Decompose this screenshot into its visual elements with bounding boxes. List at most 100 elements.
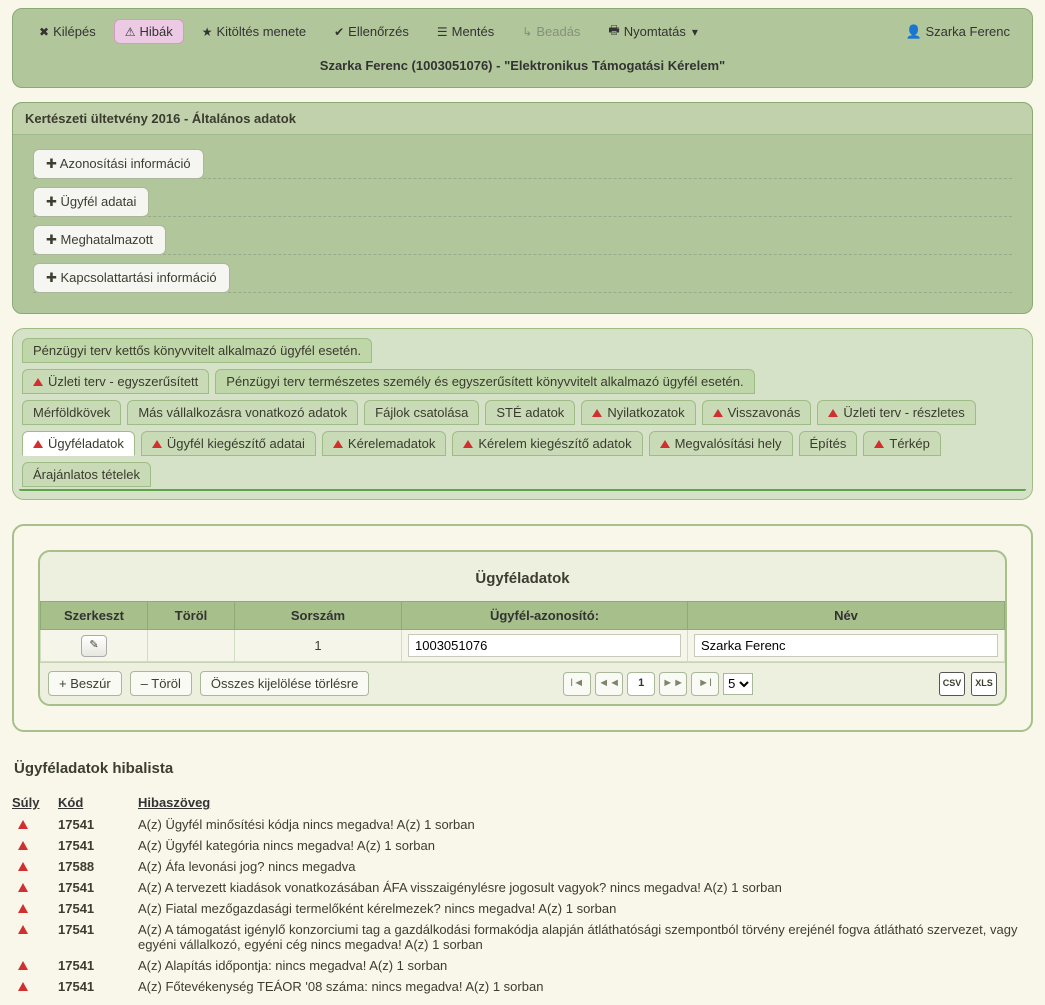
error-code: 17588 [58, 859, 138, 874]
error-row: 17541A(z) Ügyfél kategória nincs megadva… [12, 835, 1033, 856]
tab-st-adatok[interactable]: STÉ adatok [485, 400, 575, 425]
tab-k-relemadatok[interactable]: Kérelemadatok [322, 431, 446, 456]
section-header: Kertészeti ültetvény 2016 - Általános ad… [13, 103, 1032, 135]
pager-page[interactable]: 1 [627, 672, 655, 696]
accordion-ugyfel-adatai[interactable]: ✚ Ügyfél adatai [33, 187, 149, 217]
export-csv-icon[interactable]: CSV [939, 672, 965, 696]
col-nev: Név [688, 602, 1005, 630]
warning-icon [33, 378, 43, 386]
print-icon: 🖶 [608, 21, 619, 42]
error-code: 17541 [58, 901, 138, 916]
user-icon: 👤 [906, 24, 922, 39]
warning-icon [18, 925, 28, 934]
page-title: Szarka Ferenc (1003051076) - "Elektronik… [25, 58, 1020, 73]
pager-first[interactable]: I◄ [563, 672, 591, 696]
warning-icon [713, 409, 723, 417]
col-azonosito: Ügyfél-azonosító: [402, 602, 688, 630]
accordion-meghatalmazott[interactable]: ✚ Meghatalmazott [33, 225, 166, 255]
error-row: 17541A(z) A támogatást igénylő konzorciu… [12, 919, 1033, 955]
data-grid: Szerkeszt Töröl Sorszám Ügyfél-azonosító… [40, 601, 1005, 662]
pager-last[interactable]: ►I [691, 672, 719, 696]
delete-button[interactable]: – Töröl [130, 671, 192, 696]
warning-icon [33, 440, 43, 448]
error-code: 17541 [58, 838, 138, 853]
error-text: A(z) A támogatást igénylő konzorciumi ta… [138, 922, 1033, 952]
error-code: 17541 [58, 958, 138, 973]
tab--zleti-terv-r-szletes[interactable]: Üzleti terv - részletes [817, 400, 975, 425]
row-edit-button[interactable]: ✎ [81, 635, 107, 657]
tab-t-rk-p[interactable]: Térkép [863, 431, 940, 456]
warning-icon [874, 440, 884, 448]
warning-icon [660, 440, 670, 448]
print-button[interactable]: 🖶Nyomtatás▾ [598, 17, 712, 46]
save-icon: ☰ [437, 25, 448, 39]
exit-button[interactable]: ✖Kilépés [29, 20, 106, 43]
tab-p-nz-gyi-terv-term-szetes-szem[interactable]: Pénzügyi terv természetes személy és egy… [215, 369, 754, 394]
warning-icon [152, 440, 162, 448]
col-torol: Töröl [148, 602, 235, 630]
table-row: ✎ 1 [41, 630, 1005, 662]
export-xls-icon[interactable]: XLS [971, 672, 997, 696]
error-code: 17541 [58, 979, 138, 994]
tab--raj-nlatos-t-telek[interactable]: Árajánlatos tételek [22, 462, 151, 487]
select-all-delete-button[interactable]: Összes kijelölése törlésre [200, 671, 369, 696]
errorlist-title: Ügyféladatok hibalista [14, 760, 1031, 777]
chevron-down-icon: ▾ [692, 25, 698, 39]
star-icon: ★ [202, 25, 213, 39]
error-row: 17541A(z) A tervezett kiadások vonatkozá… [12, 877, 1033, 898]
error-text: A(z) Áfa levonási jog? nincs megadva [138, 859, 1033, 874]
error-text: A(z) Főtevékenység TEÁOR '08 száma: ninc… [138, 979, 1033, 994]
cell-azonosito-input[interactable] [408, 634, 681, 657]
tab-m-s-v-llalkoz-sra-vonatkoz-ada[interactable]: Más vállalkozásra vonatkozó adatok [127, 400, 358, 425]
pager-size-select[interactable]: 5 [723, 673, 753, 695]
check-icon: ✔ [334, 25, 344, 39]
col-sorszam: Sorszám [235, 602, 402, 630]
warning-icon [333, 440, 343, 448]
pager-prev[interactable]: ◄◄ [595, 672, 623, 696]
tab-p-nz-gyi-terv-kett-s-k-nyvvite[interactable]: Pénzügyi terv kettős könyvvitelt alkalma… [22, 338, 372, 363]
fill-progress-button[interactable]: ★Kitöltés menete [192, 20, 316, 43]
error-code: 17541 [58, 922, 138, 937]
tab-visszavon-s[interactable]: Visszavonás [702, 400, 812, 425]
errorlist-header: Súly Kód Hibaszöveg [12, 791, 1033, 814]
errors-button[interactable]: ⚠Hibák [114, 19, 184, 44]
tab--gyf-ladatok[interactable]: Ügyféladatok [22, 431, 135, 456]
tab-m-rf-ldk-vek[interactable]: Mérföldkövek [22, 400, 121, 425]
tab-nyilatkozatok[interactable]: Nyilatkozatok [581, 400, 695, 425]
insert-button[interactable]: + Beszúr [48, 671, 122, 696]
error-row: 17541A(z) Alapítás időpontja: nincs mega… [12, 955, 1033, 976]
pager-next[interactable]: ►► [659, 672, 687, 696]
error-row: 17588A(z) Áfa levonási jog? nincs megadv… [12, 856, 1033, 877]
pager: I◄ ◄◄ 1 ►► ►I 5 [563, 672, 753, 696]
tab--gyf-l-kieg-sz-t-adatai[interactable]: Ügyfél kiegészítő adatai [141, 431, 316, 456]
warning-icon [828, 409, 838, 417]
close-icon: ✖ [39, 25, 49, 39]
error-text: A(z) Fiatal mezőgazdasági termelőként ké… [138, 901, 1033, 916]
user-label: 👤 Szarka Ferenc [896, 20, 1020, 44]
cell-nev-input[interactable] [694, 634, 998, 657]
tab-k-relem-kieg-sz-t-adatok[interactable]: Kérelem kiegészítő adatok [452, 431, 642, 456]
tab--p-t-s[interactable]: Építés [799, 431, 858, 456]
error-text: A(z) Ügyfél minősítési kódja nincs megad… [138, 817, 1033, 832]
grid-title: Ügyféladatok [40, 552, 1005, 601]
warning-icon [18, 883, 28, 892]
warning-icon [592, 409, 602, 417]
save-button[interactable]: ☰Mentés [427, 20, 504, 43]
accordion-azonositasi[interactable]: ✚ Azonosítási információ [33, 149, 204, 179]
error-row: 17541A(z) Főtevékenység TEÁOR '08 száma:… [12, 976, 1033, 997]
error-code: 17541 [58, 817, 138, 832]
check-button[interactable]: ✔Ellenőrzés [324, 20, 419, 43]
warning-icon [18, 841, 28, 850]
accordion-kapcsolattartasi[interactable]: ✚ Kapcsolattartási információ [33, 263, 230, 293]
tab-f-jlok-csatol-sa[interactable]: Fájlok csatolása [364, 400, 479, 425]
warning-icon [463, 440, 473, 448]
tab--zleti-terv-egyszer-s-tett[interactable]: Üzleti terv - egyszerűsített [22, 369, 209, 394]
warning-icon: ⚠ [125, 25, 136, 39]
error-text: A(z) Alapítás időpontja: nincs megadva! … [138, 958, 1033, 973]
tab-megval-s-t-si-hely[interactable]: Megvalósítási hely [649, 431, 793, 456]
submit-button: ↳Beadás [512, 20, 590, 43]
submit-icon: ↳ [522, 25, 532, 39]
cell-sorszam: 1 [235, 630, 402, 662]
warning-icon [18, 862, 28, 871]
error-code: 17541 [58, 880, 138, 895]
